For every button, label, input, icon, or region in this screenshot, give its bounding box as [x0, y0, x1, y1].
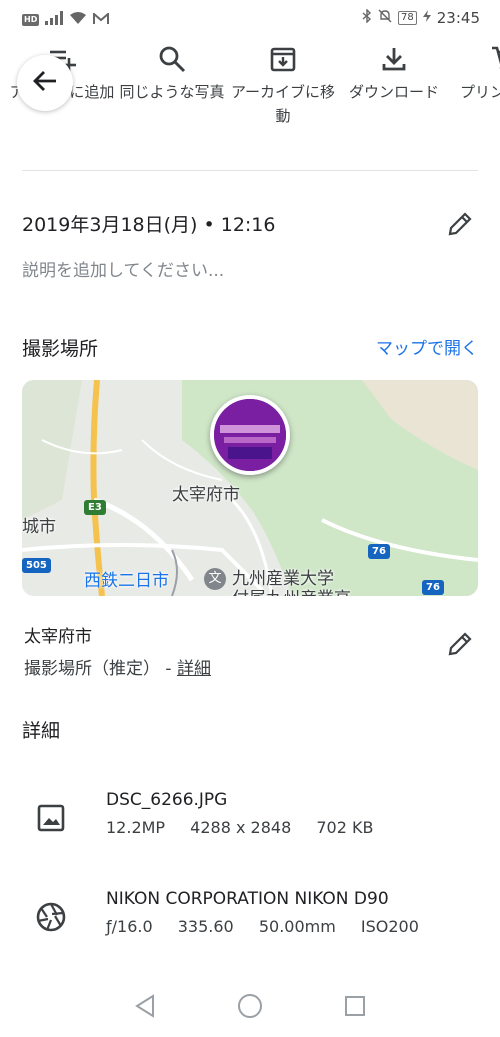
map-school-label: 付属九州産業高: [232, 584, 351, 596]
back-button[interactable]: [17, 55, 73, 111]
archive-icon: [227, 38, 339, 80]
bluetooth-icon: [362, 8, 372, 27]
place-details-link[interactable]: 詳細: [177, 659, 211, 679]
camera-aperture-icon: [33, 899, 69, 935]
image-icon: [33, 800, 69, 836]
route-505-badge: 505: [22, 558, 51, 573]
status-right: 78 23:45: [362, 8, 480, 27]
camera-meta: ƒ/16.0 335.60 50.00mm ISO200: [106, 917, 439, 936]
details-heading: 詳細: [22, 720, 61, 742]
open-in-maps-link[interactable]: マップで開く: [376, 334, 478, 359]
camera-model: NIKON CORPORATION NIKON D90: [106, 889, 389, 909]
archive-action[interactable]: アーカイブに移動: [227, 38, 339, 128]
square-recents-icon: [343, 994, 367, 1022]
cart-icon: [449, 38, 500, 80]
action-label: プリント注文: [459, 83, 500, 101]
map-station-label: 西鉄二日市: [84, 571, 169, 591]
system-nav-bar: [0, 980, 500, 1037]
school-marker-icon: 文: [204, 568, 226, 590]
nav-recents-button[interactable]: [341, 994, 369, 1022]
route-76-badge: 76: [368, 544, 390, 559]
search-icon: [116, 38, 228, 80]
file-size: 702 KB: [316, 818, 374, 837]
description-input[interactable]: 説明を追加してください...: [22, 256, 224, 281]
action-label: アーカイブに移動: [230, 83, 336, 125]
divider: [22, 170, 478, 171]
action-label: ダウンロード: [348, 83, 439, 101]
edit-datetime-button[interactable]: [444, 210, 476, 242]
hd-badge: HD: [22, 13, 40, 26]
similar-photos-action[interactable]: 同じような写真: [116, 38, 228, 104]
camera-info-row: NIKON CORPORATION NIKON D90 ƒ/16.0 335.6…: [0, 889, 500, 949]
file-name: DSC_6266.JPG: [106, 790, 228, 810]
route-e3-badge: E3: [84, 500, 106, 515]
pencil-icon: [447, 211, 473, 241]
camera-shutter: 335.60: [177, 917, 234, 936]
action-row: アルバムに追加 同じような写真 アーカイブに移動 ダウンロード プリント注文: [0, 38, 500, 143]
camera-iso: ISO200: [360, 917, 419, 936]
file-meta: 12.2MP 4288 x 2848 702 KB: [106, 818, 393, 837]
location-map[interactable]: 太宰府市 城市 西鉄二日市 文 九州産業大学 付属九州産業高 E3 76 76 …: [22, 380, 478, 596]
arrow-left-icon: [32, 68, 58, 98]
location-heading: 撮影場所: [22, 338, 99, 360]
download-icon: [338, 38, 450, 80]
map-city-label: 太宰府市: [172, 485, 240, 505]
wifi-icon: [69, 10, 87, 29]
status-bar: HD 78 23:45: [0, 0, 500, 38]
route-76-badge: 76: [422, 580, 444, 595]
triangle-back-icon: [134, 994, 156, 1022]
place-estimate-text: 撮影場所（推定） -: [24, 659, 177, 679]
nav-home-button[interactable]: [236, 994, 264, 1022]
gmail-icon: [93, 10, 110, 29]
download-action[interactable]: ダウンロード: [338, 38, 450, 104]
action-label: 同じような写真: [119, 83, 225, 101]
camera-aperture: ƒ/16.0: [106, 917, 153, 936]
camera-focal-length: 50.00mm: [258, 917, 336, 936]
file-megapixels: 12.2MP: [106, 818, 166, 837]
print-order-action[interactable]: プリント注文: [449, 38, 500, 104]
photo-datetime: 2019年3月18日(月) • 12:16: [22, 214, 276, 236]
pencil-icon: [447, 631, 473, 661]
mute-bell-icon: [378, 9, 392, 27]
file-resolution: 4288 x 2848: [190, 818, 292, 837]
circle-home-icon: [237, 993, 263, 1023]
place-estimate: 撮影場所（推定） - 詳細: [24, 654, 211, 679]
charging-icon: [422, 10, 431, 26]
place-name: 太宰府市: [24, 627, 92, 647]
status-left: HD: [22, 10, 110, 29]
clock: 23:45: [436, 9, 480, 27]
map-city-left-label: 城市: [22, 517, 56, 537]
edit-location-button[interactable]: [444, 630, 476, 662]
signal-icon: [45, 10, 64, 29]
file-info-row: DSC_6266.JPG 12.2MP 4288 x 2848 702 KB: [0, 790, 500, 850]
battery-indicator: 78: [398, 11, 417, 25]
nav-back-button[interactable]: [131, 994, 159, 1022]
photo-pin-thumbnail[interactable]: [210, 395, 290, 475]
